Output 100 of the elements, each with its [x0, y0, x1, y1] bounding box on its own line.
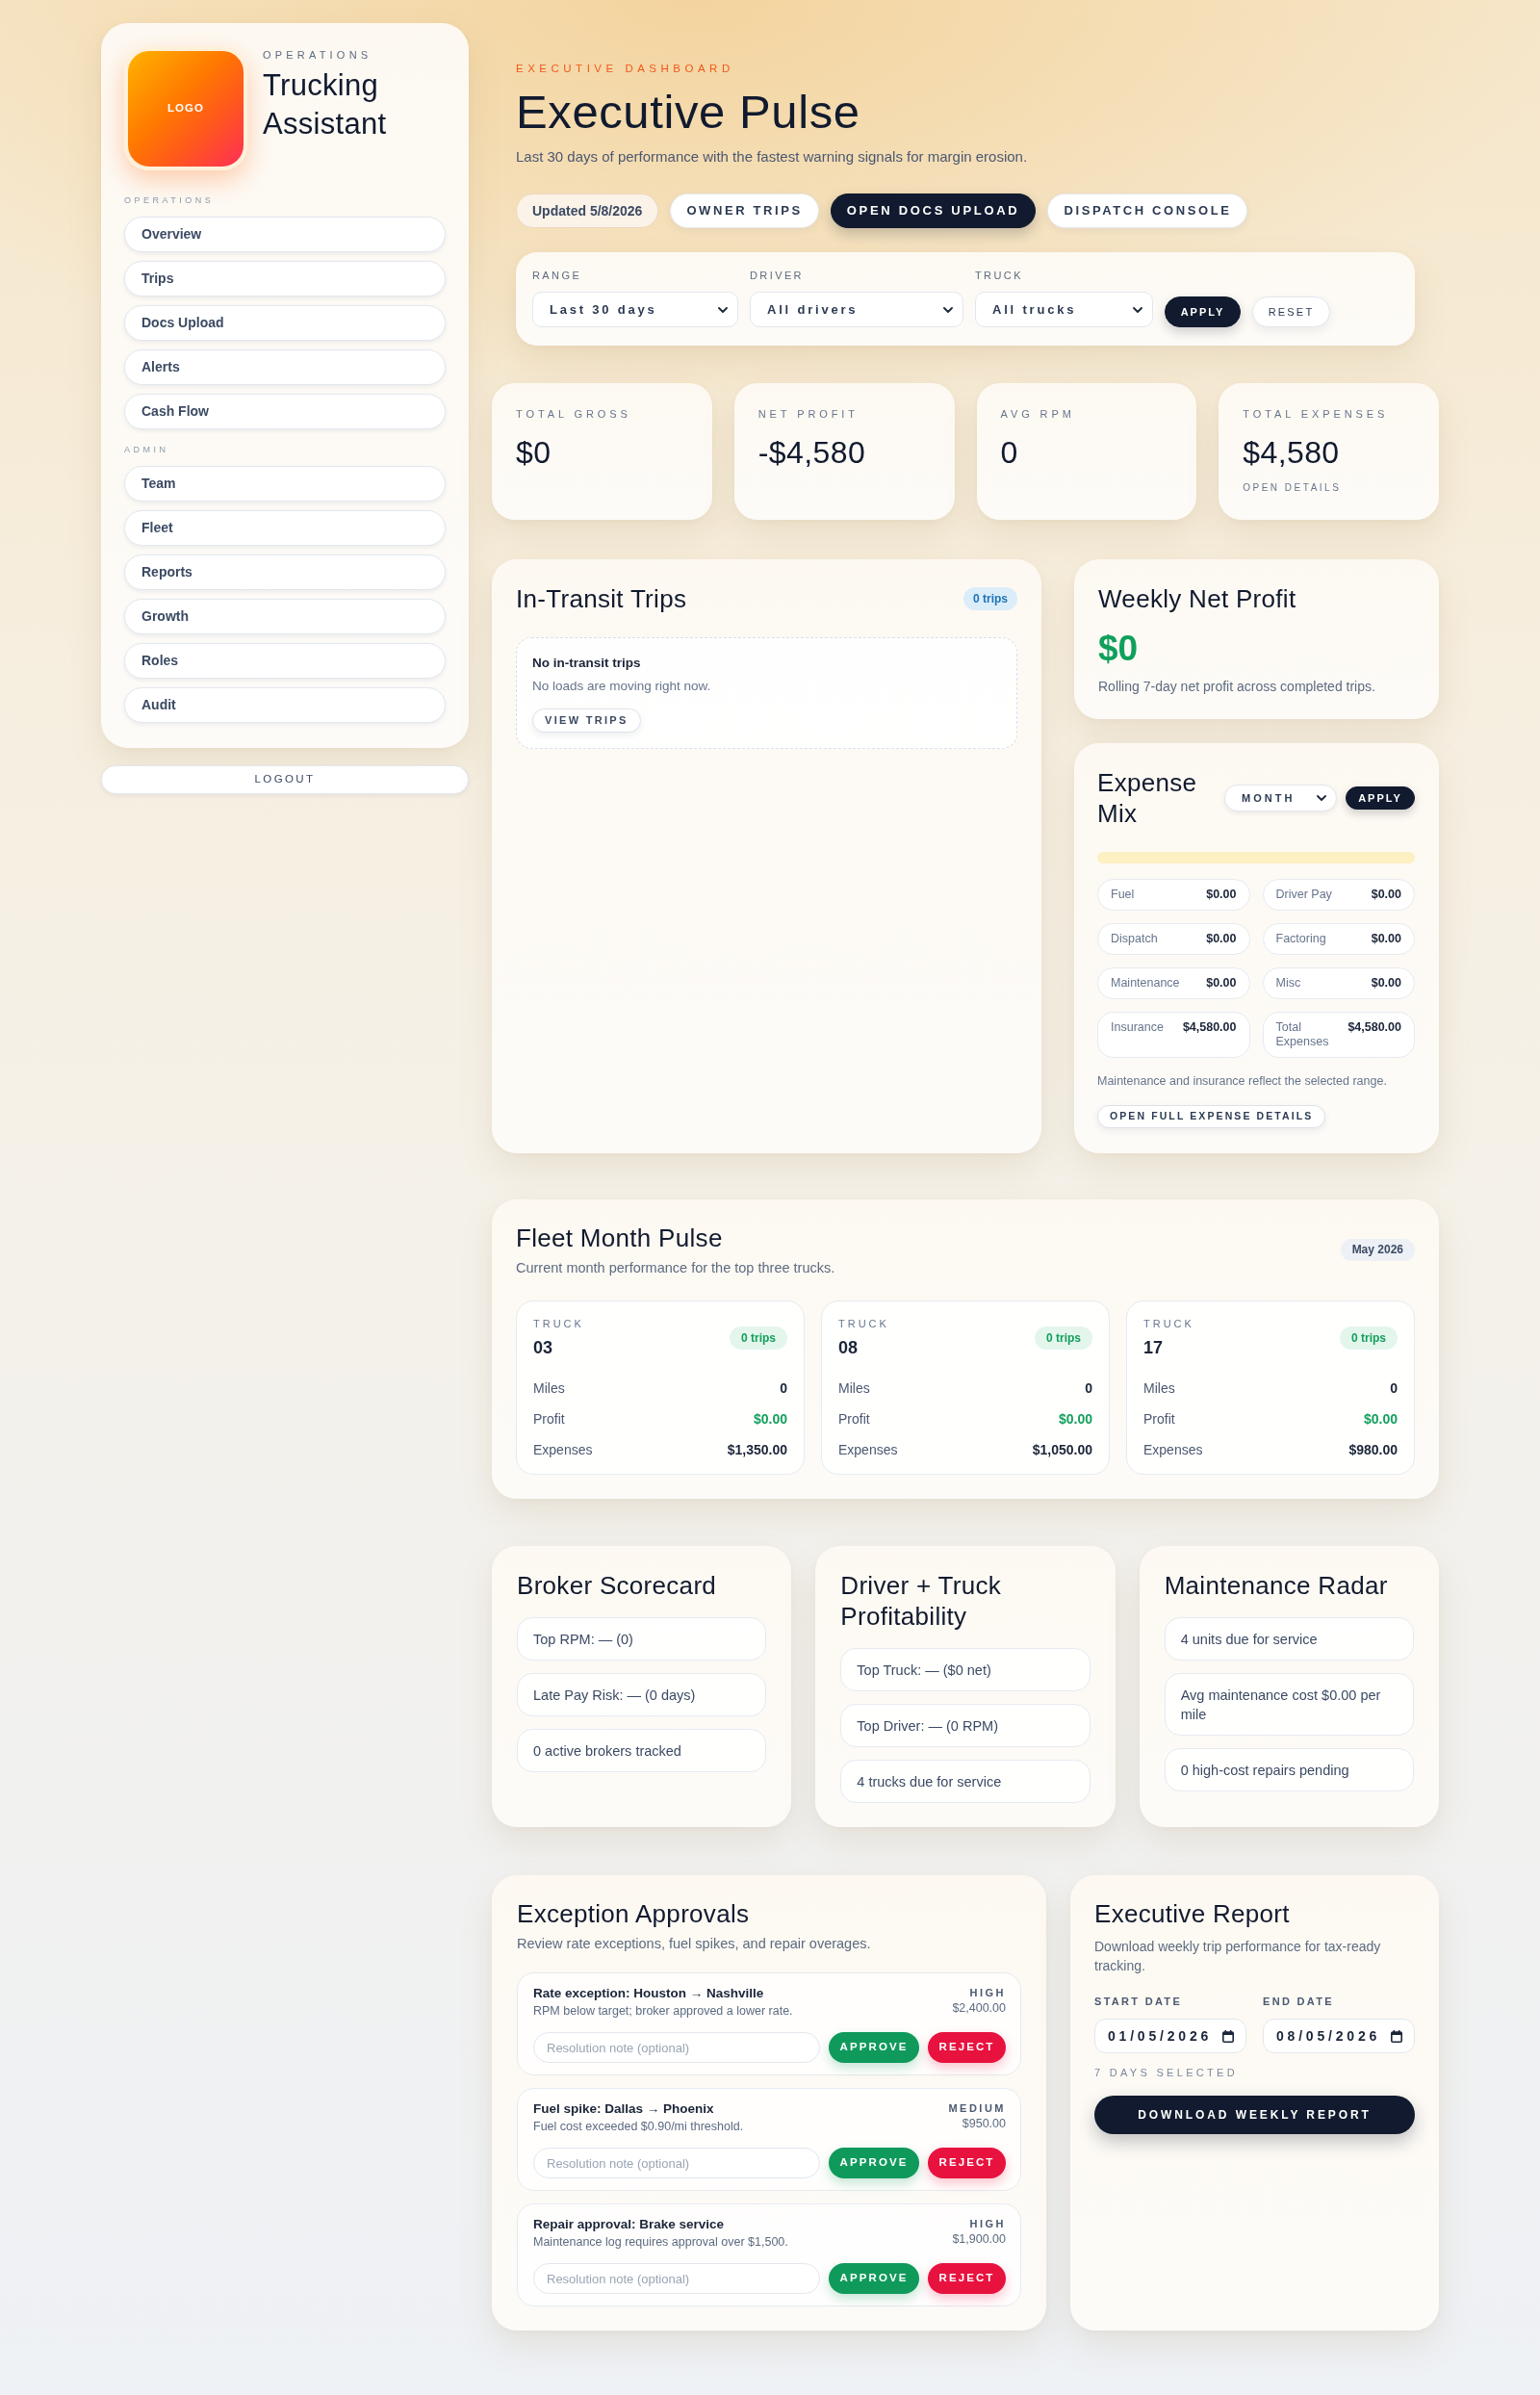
expense-amount: $0.00: [1371, 932, 1401, 946]
card-subtitle: Review rate exceptions, fuel spikes, and repair overages.: [517, 1935, 872, 1953]
priority-label: HIGH: [968, 2217, 1006, 2231]
expense-details-button[interactable]: OPEN FULL EXPENSE DETAILS: [1097, 1105, 1326, 1128]
updated-chip: Updated 5/8/2026: [516, 193, 659, 228]
header-button[interactable]: DISPATCH CONSOLE: [1047, 193, 1248, 228]
primary-button[interactable]: OPEN DOCS UPLOAD: [830, 193, 1037, 228]
truck-label: TRUCK: [838, 1317, 889, 1331]
stat-label: Profit: [533, 1410, 565, 1429]
insight-item: Avg maintenance cost $0.00 per mile: [1164, 1673, 1414, 1736]
stat-label: Profit: [1143, 1410, 1175, 1429]
truck-number: 08: [838, 1337, 860, 1359]
sidebar-item[interactable]: Docs Upload: [124, 305, 446, 341]
sidebar-item[interactable]: Cash Flow: [124, 394, 446, 429]
approval-detail: Fuel cost exceeded $0.90/mi threshold.: [533, 2119, 744, 2134]
stat-value: $1,350.00: [727, 1441, 787, 1459]
logo: LOGO: [124, 47, 247, 170]
approval-detail: RPM below target; broker approved a lower rate.: [533, 2003, 793, 2019]
truck-label: TRUCK: [1143, 1317, 1194, 1331]
filter-select[interactable]: All drivers: [750, 292, 963, 327]
expense-label: Total Expenses: [1275, 1020, 1330, 1049]
open-details-link[interactable]: OPEN DETAILS: [1243, 481, 1342, 495]
approve-button[interactable]: APPROVE: [829, 2032, 919, 2063]
expense-amount: $0.00: [1371, 976, 1401, 991]
filter-select[interactable]: All trucks: [975, 292, 1153, 327]
chevron-down-icon: [718, 306, 728, 313]
stat-label: Expenses: [533, 1441, 593, 1459]
card-subtitle: Download weekly trip performance for tax-ready tracking.: [1094, 1938, 1382, 1975]
period-select[interactable]: MONTH: [1224, 785, 1337, 811]
sidebar-item[interactable]: Trips: [124, 261, 446, 296]
resolution-note-field[interactable]: Resolution note (optional): [533, 2148, 820, 2178]
sidebar-item[interactable]: Fleet: [124, 510, 446, 546]
logout-button[interactable]: LOGOUT: [101, 765, 469, 794]
stat-label: Miles: [1143, 1379, 1175, 1398]
card-title: Fleet Month Pulse: [516, 1223, 724, 1253]
expense-label: Dispatch: [1111, 932, 1158, 946]
insight-item: 4 trucks due for service: [840, 1760, 1091, 1803]
approve-button[interactable]: APPROVE: [829, 2148, 919, 2178]
card-note: Rolling 7-day net profit across completed trips.: [1098, 678, 1376, 696]
sidebar-item[interactable]: Reports: [124, 554, 446, 590]
stat-label: Miles: [838, 1379, 870, 1398]
kpi-value: -$4,580: [757, 435, 867, 470]
sidebar-item[interactable]: Growth: [124, 599, 446, 634]
kpi-value: $4,580: [1243, 435, 1341, 470]
card-title: Expense Mix: [1097, 767, 1198, 829]
expense-amount: $4,580.00: [1348, 1020, 1401, 1035]
brand-eyebrow: OPERATIONS: [263, 48, 373, 63]
kpi-value: $0: [516, 435, 552, 470]
stat-value: $0.00: [753, 1410, 787, 1429]
expense-label: Fuel: [1111, 888, 1135, 902]
card-subtitle: Current month performance for the top three trucks.: [516, 1259, 835, 1277]
page-subtitle: Last 30 days of performance with the fastest warning signals for margin erosion.: [516, 147, 1029, 167]
sidebar-item[interactable]: Overview: [124, 217, 446, 252]
sidebar-item[interactable]: Audit: [124, 687, 446, 723]
sidebar-item[interactable]: Team: [124, 466, 446, 502]
resolution-note-field[interactable]: Resolution note (optional): [533, 2032, 820, 2063]
kpi-label: TOTAL GROSS: [516, 407, 632, 421]
filter-label: DRIVER: [750, 269, 805, 282]
kpi-value: 0: [1000, 435, 1019, 470]
reject-button[interactable]: REJECT: [928, 2263, 1006, 2294]
stat-value: $0.00: [1363, 1410, 1398, 1429]
approval-title: Repair approval: Brake service: [533, 2216, 726, 2233]
filter-select[interactable]: Last 30 days: [532, 292, 738, 327]
date-field[interactable]: 01/05/2026: [1094, 2019, 1246, 2053]
sidebar-item[interactable]: Alerts: [124, 349, 446, 385]
kpi-label: AVG RPM: [1000, 407, 1076, 421]
stat-value: $1,050.00: [1032, 1441, 1092, 1459]
card-note: Maintenance and insurance reflect the selected range.: [1097, 1073, 1388, 1090]
empty-state-text: No loads are moving right now.: [532, 678, 712, 695]
insight-item: Top Driver: — (0 RPM): [840, 1704, 1091, 1747]
apply-button[interactable]: APPLY: [1165, 296, 1241, 327]
days-selected-text: 7 DAYS SELECTED: [1094, 2066, 1239, 2079]
card-title: Maintenance Radar: [1164, 1570, 1389, 1601]
approval-amount: $1,900.00: [952, 2231, 1006, 2247]
download-report-button[interactable]: DOWNLOAD WEEKLY REPORT: [1094, 2096, 1415, 2134]
reject-button[interactable]: REJECT: [928, 2148, 1006, 2178]
approve-button[interactable]: APPROVE: [829, 2263, 919, 2294]
priority-label: MEDIUM: [948, 2101, 1006, 2116]
expense-label: Maintenance: [1111, 976, 1180, 991]
trip-count-badge: 0 trips: [963, 587, 1017, 610]
view-trips-button[interactable]: VIEW TRIPS: [532, 708, 641, 733]
kpi-label: NET PROFIT: [757, 407, 860, 421]
filter-label: TRUCK: [975, 269, 1024, 282]
stat-label: Miles: [533, 1379, 565, 1398]
date-field[interactable]: 08/05/2026: [1263, 2019, 1415, 2053]
priority-label: HIGH: [968, 1986, 1006, 2000]
reset-button[interactable]: RESET: [1252, 296, 1330, 327]
header-button[interactable]: OWNER TRIPS: [670, 193, 819, 228]
chevron-down-icon: [1133, 306, 1142, 313]
resolution-note-field[interactable]: Resolution note (optional): [533, 2263, 820, 2294]
stat-value: 0: [780, 1379, 787, 1398]
filter-label: RANGE: [532, 269, 583, 282]
insight-item: Top RPM: — (0): [517, 1617, 767, 1661]
sidebar-item[interactable]: Roles: [124, 643, 446, 679]
truck-number: 17: [1143, 1337, 1165, 1359]
reject-button[interactable]: REJECT: [928, 2032, 1006, 2063]
empty-state-title: No in-transit trips: [532, 655, 642, 672]
trip-count-badge: 0 trips: [730, 1326, 787, 1350]
apply-button[interactable]: APPLY: [1346, 786, 1415, 810]
truck-number: 03: [533, 1337, 554, 1359]
